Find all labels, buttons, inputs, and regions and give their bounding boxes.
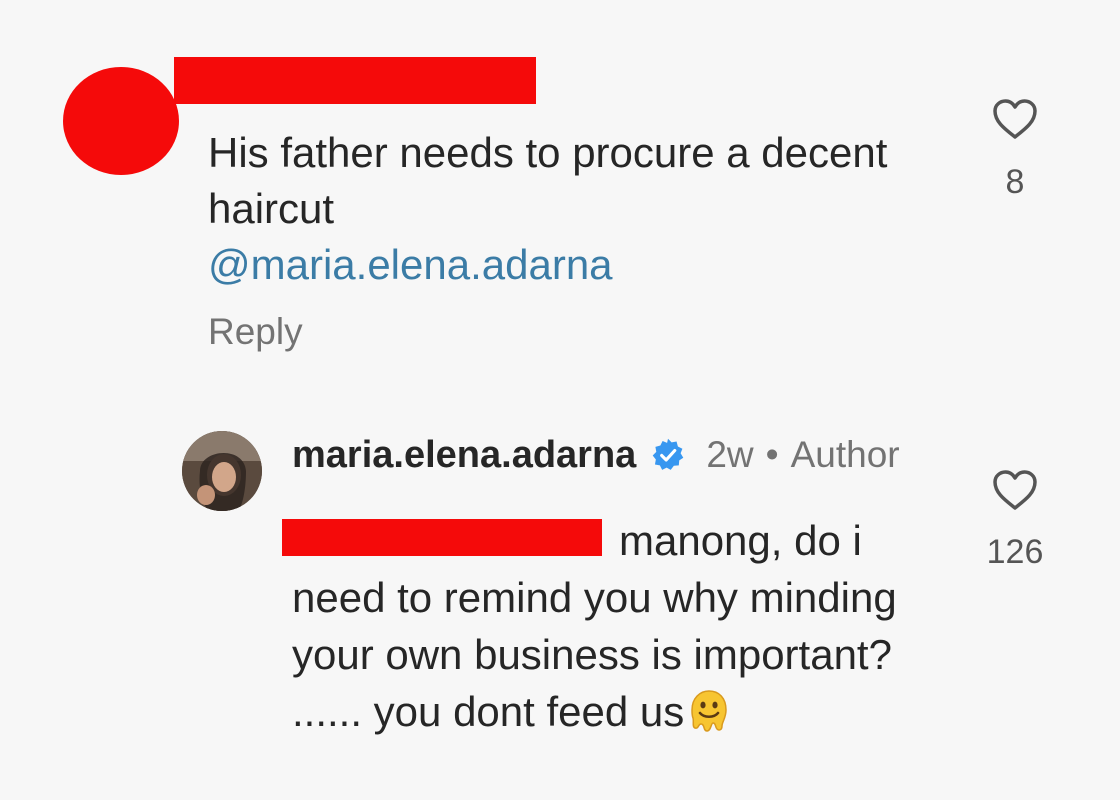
reply-username[interactable]: maria.elena.adarna [292,432,636,478]
reply-timestamp: 2w [706,434,754,475]
reply-like-heart-icon[interactable] [991,468,1039,512]
redacted-avatar [63,67,179,175]
redacted-username [174,57,536,104]
verified-badge-icon [650,437,686,473]
avatar[interactable] [182,431,262,511]
comment-like-count: 8 [1005,163,1025,201]
author-badge: Author [790,434,900,475]
redacted-mention [282,519,602,556]
reply-button[interactable]: Reply [208,308,303,356]
reply-header: maria.elena.adarna 2w • Author [292,432,900,478]
reply-like-count: 126 [986,533,1044,571]
melting-face-emoji-icon [686,688,732,734]
comment-text: His father needs to procure a decent hai… [208,129,888,232]
meta-separator: • [765,434,779,475]
comment-body: His father needs to procure a decent hai… [208,125,898,293]
comment-mention-link[interactable]: @maria.elena.adarna [208,241,613,288]
like-heart-icon[interactable] [991,97,1039,141]
